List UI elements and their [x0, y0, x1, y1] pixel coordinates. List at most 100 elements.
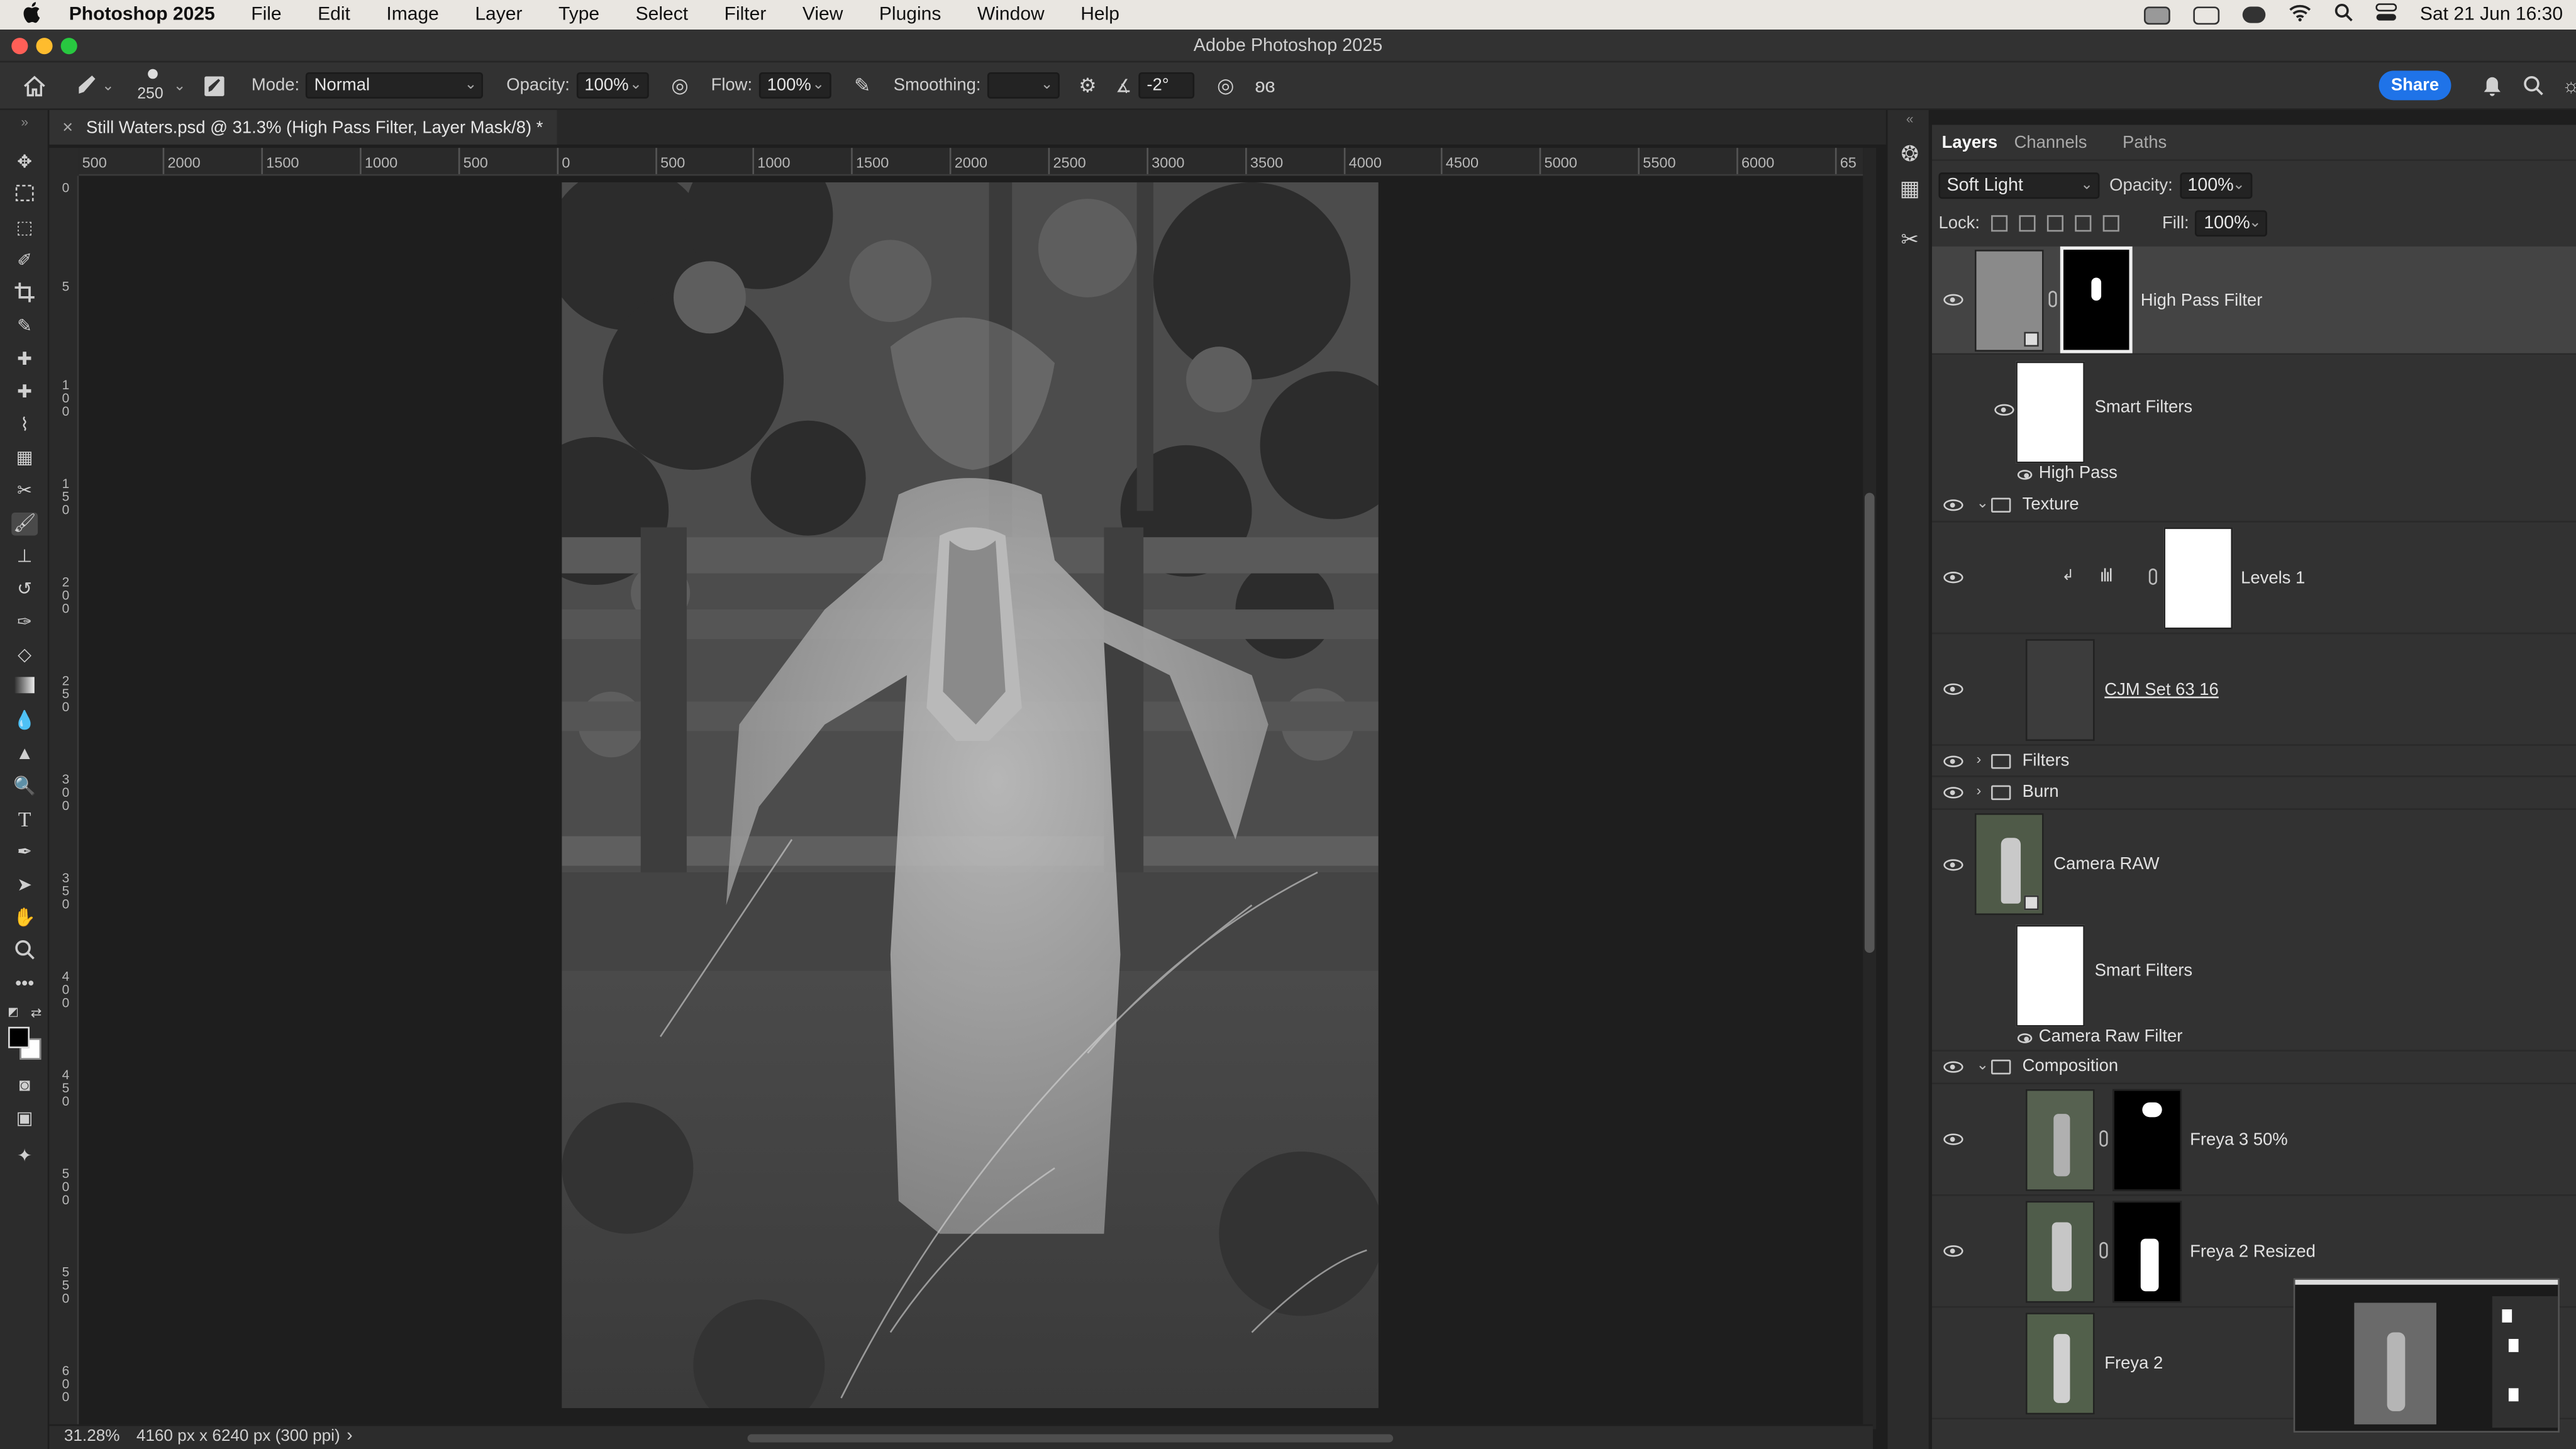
wifi-icon[interactable] [2289, 3, 2312, 26]
visibility-eye-icon[interactable] [1943, 1245, 1963, 1257]
layer-thumbnail[interactable] [2025, 639, 2095, 741]
layer-row[interactable]: ↲ ılıl Levels 1 [1932, 523, 2576, 635]
filter-name[interactable]: Camera Raw Filter [2039, 1027, 2183, 1046]
mixer-brush-tool-icon[interactable]: ✑ [11, 611, 38, 635]
layer-row[interactable]: CJM Set 63 16 [1932, 634, 2576, 746]
visibility-eye-icon[interactable] [1943, 859, 1963, 871]
menu-image[interactable]: Image [369, 5, 457, 25]
visibility-eye-icon[interactable] [1994, 404, 2014, 416]
dodge-tool-icon[interactable]: 🔍 [11, 775, 38, 799]
layer-name[interactable]: Smart Filters [2095, 397, 2192, 417]
visibility-eye-icon[interactable] [1943, 572, 1963, 584]
menu-select[interactable]: Select [618, 5, 706, 25]
apple-menu-icon[interactable] [0, 2, 59, 28]
filter-visibility-eye-icon[interactable] [2017, 1033, 2033, 1043]
history-brush-tool-icon[interactable]: ↺ [11, 579, 38, 602]
hand-tool-icon[interactable]: ✋ [11, 907, 38, 930]
remove-tool-icon[interactable]: ✂ [11, 480, 38, 503]
visibility-eye-icon[interactable] [1943, 499, 1963, 511]
flow-field[interactable]: 100% ⌄ [758, 72, 831, 99]
brush-settings-panel-icon[interactable] [199, 70, 228, 100]
fill-field[interactable]: 100% ⌄ [2196, 210, 2268, 237]
opacity-field[interactable]: 100% ⌄ [576, 72, 649, 99]
layer-name[interactable]: Freya 3 50% [2190, 1130, 2288, 1150]
spot-healing-brush-tool-icon[interactable]: ✚ [11, 348, 38, 372]
visibility-eye-icon[interactable] [1943, 787, 1963, 799]
control-center-icon[interactable] [2375, 3, 2397, 26]
eyedropper-tool-icon[interactable]: ✎ [11, 316, 38, 339]
filter-name[interactable]: High Pass [2039, 464, 2118, 483]
zoom-level[interactable]: 31.28% [64, 1428, 120, 1446]
close-tab-icon[interactable]: × [62, 118, 73, 137]
airbrush-icon[interactable]: ✎ [848, 70, 877, 100]
canvas-horizontal-scrollbar[interactable] [747, 1434, 1394, 1443]
patch-tool-icon[interactable]: ⌇ [11, 414, 38, 437]
pressure-size-icon[interactable]: ◎ [1211, 70, 1240, 100]
layer-name[interactable]: Freya 2 Resized [2190, 1242, 2316, 1262]
pen-tool-icon[interactable]: ✒ [11, 841, 38, 864]
layer-group-row[interactable]: › Filters [1932, 746, 2576, 777]
tab-paths[interactable]: Paths [2123, 133, 2167, 153]
symmetry-butterfly-icon[interactable]: ʚɞ [1250, 70, 1280, 100]
layer-mask-thumbnail[interactable] [2163, 527, 2233, 630]
collapse-panels-icon[interactable]: « [1896, 107, 1924, 133]
sharpen-tool-icon[interactable]: ▲ [11, 743, 38, 766]
status-info-menu-icon[interactable]: › [347, 1426, 353, 1445]
layer-name[interactable]: Texture [2023, 494, 2079, 514]
document-tab[interactable]: × Still Waters.psd @ 31.3% (High Pass Fi… [49, 110, 557, 145]
move-tool-icon[interactable]: ✥ [11, 151, 38, 174]
layer-mask-thumbnail[interactable] [2112, 1089, 2182, 1191]
layer-row[interactable]: Freya 3 50% [1932, 1084, 2576, 1196]
swap-colors-icon[interactable]: ⇄ [30, 1002, 43, 1025]
chevron-down-icon[interactable]: ⌄ [1977, 1057, 1989, 1075]
menu-help[interactable]: Help [1062, 5, 1137, 25]
menu-view[interactable]: View [784, 5, 861, 25]
chevron-down-icon[interactable]: ⌄ [174, 76, 186, 94]
mask-link-icon[interactable] [2048, 291, 2057, 308]
layer-name[interactable]: Smart Filters [2095, 961, 2192, 980]
layer-name[interactable]: Burn [2023, 782, 2059, 801]
brush-size-picker[interactable]: 250 [134, 65, 174, 105]
menu-layer[interactable]: Layer [457, 5, 541, 25]
layer-thumbnail[interactable] [2025, 1089, 2095, 1191]
smart-filter-mask-thumbnail[interactable] [2016, 924, 2085, 1027]
layer-comps-icon[interactable]: ❂ [1896, 142, 1924, 168]
crop-tool-icon[interactable] [11, 282, 38, 306]
layer-name[interactable]: Freya 2 [2104, 1353, 2163, 1373]
layer-name[interactable]: Composition [2023, 1057, 2118, 1076]
gradient-tool-icon[interactable] [11, 677, 38, 700]
layer-mask-thumbnail[interactable] [2060, 246, 2133, 353]
object-selection-tool-icon[interactable]: ⬚ [11, 217, 38, 240]
menubar-clock[interactable]: Sat 21 Jun 16:30 [2420, 5, 2563, 25]
lock-position-icon[interactable] [2047, 215, 2064, 232]
document-image[interactable] [562, 182, 1379, 1408]
quick-mask-icon[interactable]: ◙ [11, 1074, 38, 1097]
brush-angle-field[interactable]: -2° [1138, 72, 1195, 99]
layer-thumbnail[interactable] [2025, 1313, 2095, 1415]
lock-image-pixels-icon[interactable] [2019, 215, 2036, 232]
menu-filter[interactable]: Filter [706, 5, 784, 25]
visibility-eye-icon[interactable] [1943, 294, 1963, 306]
pressure-opacity-icon[interactable]: ◎ [665, 70, 694, 100]
default-colors-icon[interactable]: ◩ [6, 1002, 19, 1025]
foreground-color-swatch[interactable] [8, 1026, 30, 1048]
discover-lightbulb-icon[interactable]: ☼ [2557, 70, 2576, 100]
vertical-ruler[interactable]: 0 5 1 0 0 1 5 0 2 0 0 2 5 0 3 0 0 3 5 0 … [49, 175, 79, 1424]
menu-file[interactable]: File [233, 5, 299, 25]
blend-mode-dropdown[interactable]: Soft Light ⌄ [1938, 172, 2100, 199]
screen-mode-icon[interactable]: ▣ [11, 1108, 38, 1131]
display-icon[interactable] [2193, 6, 2220, 24]
content-aware-move-tool-icon[interactable]: ▦ [11, 447, 38, 470]
menu-edit[interactable]: Edit [299, 5, 368, 25]
screen-mirror-icon[interactable] [2144, 6, 2170, 24]
layer-thumbnail[interactable] [1974, 250, 2044, 352]
generative-fill-icon[interactable]: ✦ [11, 1145, 38, 1169]
layer-thumbnail[interactable] [1974, 813, 2044, 916]
layer-opacity-field[interactable]: 100% ⌄ [2179, 172, 2252, 199]
ruler-corner[interactable] [49, 148, 79, 176]
layer-group-row[interactable]: ⌄ Composition [1932, 1052, 2576, 1085]
layer-name[interactable]: CJM Set 63 16 [2104, 680, 2218, 699]
menu-plugins[interactable]: Plugins [861, 5, 959, 25]
collapse-toolbar-icon[interactable]: » [11, 112, 38, 135]
home-icon[interactable] [19, 70, 49, 100]
